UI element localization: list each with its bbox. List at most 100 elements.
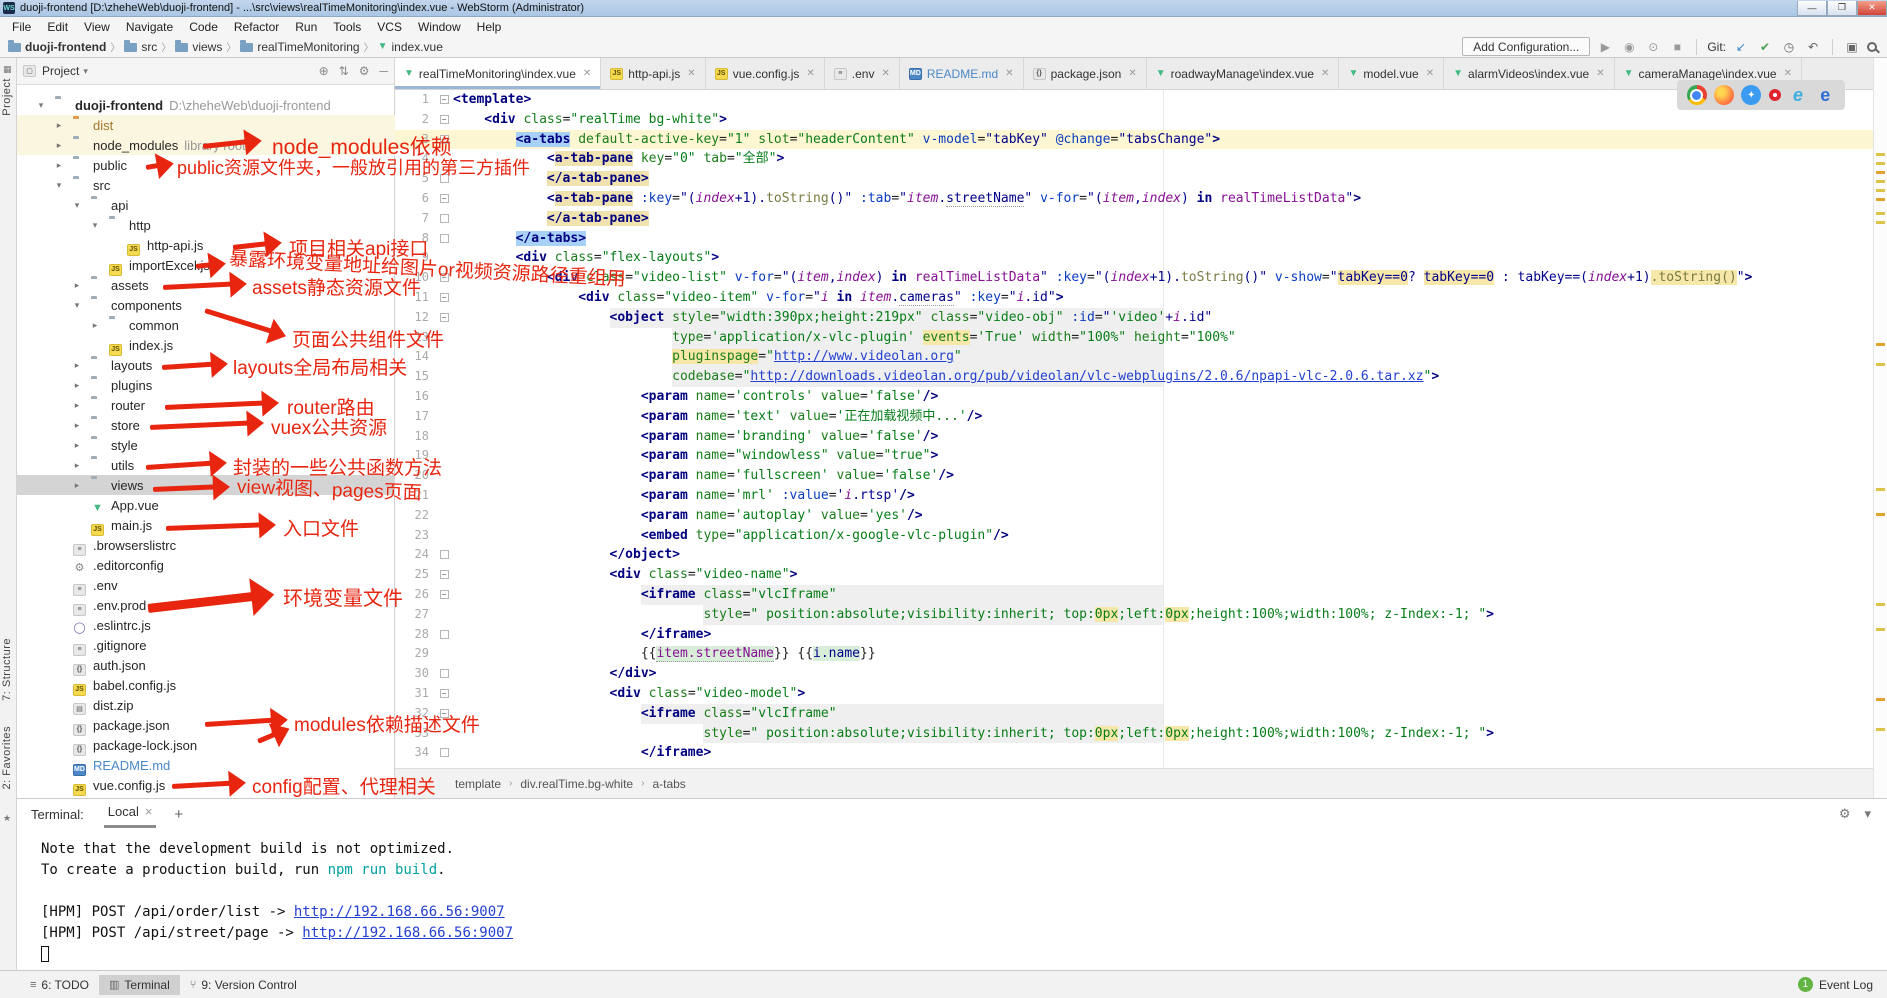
fold-marker[interactable] [435, 466, 453, 486]
menu-item-edit[interactable]: Edit [39, 19, 76, 35]
close-icon[interactable]: ✕ [687, 68, 695, 79]
tree-item-assets[interactable]: ▸assets [17, 275, 395, 295]
fold-marker[interactable] [435, 446, 453, 466]
tree-item-router[interactable]: ▸router [17, 395, 395, 415]
menu-item-help[interactable]: Help [469, 19, 510, 35]
menu-item-run[interactable]: Run [287, 19, 325, 35]
fold-marker[interactable] [435, 347, 453, 367]
tree-item-layouts[interactable]: ▸layouts [17, 355, 395, 375]
todo-toolwindow-button[interactable]: ≡ 6: TODO [20, 975, 99, 995]
chevron-down-icon[interactable]: ▾ [53, 180, 65, 191]
new-terminal-button[interactable]: + [174, 806, 183, 823]
tree-item-.eslintrc.js[interactable]: ◯.eslintrc.js [17, 615, 395, 635]
terminal-output[interactable]: Note that the development build is not o… [17, 829, 1887, 965]
fold-marker[interactable]: − [435, 704, 453, 724]
warning-tick[interactable] [1876, 221, 1885, 224]
tree-item-importExcel.js[interactable]: JSimportExcel.js [17, 255, 395, 275]
close-icon[interactable]: ✕ [1321, 68, 1329, 79]
project-panel-title[interactable]: Project [42, 64, 79, 78]
gear-icon[interactable]: ⚙ [1839, 806, 1851, 822]
fold-marker[interactable] [435, 328, 453, 348]
terminal-link[interactable]: http://192.168.66.56:9007 [294, 904, 505, 920]
menu-item-file[interactable]: File [4, 19, 39, 35]
chrome-icon[interactable] [1687, 85, 1707, 105]
fold-marker[interactable] [435, 486, 453, 506]
editor-tab-roadwayManage-index.vue[interactable]: ▼roadwayManage\index.vue✕ [1147, 58, 1340, 89]
tree-item-components[interactable]: ▾components [17, 295, 395, 315]
tree-item-src[interactable]: ▾src [17, 175, 395, 195]
minimize-button[interactable]: — [1797, 1, 1827, 16]
code-area[interactable]: 1−<template>2−<div class="realTime bg-wh… [395, 90, 1873, 796]
editor[interactable]: ▼realTimeMonitoring\index.vue✕JShttp-api… [395, 58, 1873, 798]
warning-tick[interactable] [1876, 728, 1885, 731]
editor-tab-model.vue[interactable]: ▼model.vue✕ [1339, 58, 1444, 89]
editor-tab-package.json[interactable]: {}package.json✕ [1024, 58, 1147, 89]
terminal-tab-local[interactable]: Local × [104, 800, 157, 828]
editor-tab-realTimeMonitoring-index.vue[interactable]: ▼realTimeMonitoring\index.vue✕ [395, 58, 601, 89]
fold-marker[interactable] [435, 625, 453, 645]
fold-marker[interactable]: − [435, 90, 453, 110]
close-icon[interactable]: ✕ [1005, 68, 1013, 79]
tree-item-api[interactable]: ▾api [17, 195, 395, 215]
close-icon[interactable]: ✕ [1426, 68, 1434, 79]
chevron-right-icon[interactable]: ▸ [71, 460, 83, 471]
edge-icon[interactable]: e [1815, 85, 1835, 105]
fold-marker[interactable]: − [435, 308, 453, 328]
chevron-right-icon[interactable]: ▸ [89, 320, 101, 331]
tree-item-http-api.js[interactable]: JShttp-api.js [17, 235, 395, 255]
chevron-right-icon[interactable]: ▸ [71, 400, 83, 411]
fold-marker[interactable] [435, 644, 453, 664]
menu-item-tools[interactable]: Tools [325, 19, 369, 35]
code-breadcrumb-div.realTime.bg-white[interactable]: div.realTime.bg-white [520, 777, 633, 791]
layout-icon[interactable]: ▣ [1843, 40, 1861, 54]
tree-item-main.js[interactable]: JSmain.js [17, 515, 395, 535]
editor-tab-alarmVideos-index.vue[interactable]: ▼alarmVideos\index.vue✕ [1444, 58, 1614, 89]
fold-marker[interactable]: − [435, 585, 453, 605]
warning-tick[interactable] [1876, 363, 1885, 366]
tree-item-plugins[interactable]: ▸plugins [17, 375, 395, 395]
close-icon[interactable]: ✕ [1784, 68, 1792, 79]
chevron-down-icon[interactable]: ▾ [71, 200, 83, 211]
fold-marker[interactable] [435, 229, 453, 249]
git-update-icon[interactable]: ↙ [1732, 40, 1750, 54]
coverage-icon[interactable]: ⊙ [1644, 40, 1662, 54]
tree-item-.browserslistrc[interactable]: ≡.browserslistrc [17, 535, 395, 555]
warning-tick[interactable] [1876, 698, 1885, 701]
chevron-down-icon[interactable]: ▾ [71, 300, 83, 311]
tree-item-node-modules[interactable]: ▸node_moduleslibrary root [17, 135, 395, 155]
warning-tick[interactable] [1876, 212, 1885, 215]
tree-item-auth.json[interactable]: {}auth.json [17, 655, 395, 675]
fold-marker[interactable] [435, 387, 453, 407]
fold-marker[interactable] [435, 248, 453, 268]
warning-tick[interactable] [1876, 189, 1885, 192]
tree-item-http[interactable]: ▾http [17, 215, 395, 235]
fold-marker[interactable]: − [435, 565, 453, 585]
strip-project-label[interactable]: Project [1, 78, 13, 116]
warning-tick[interactable] [1876, 198, 1885, 201]
chevron-right-icon[interactable]: ▸ [71, 380, 83, 391]
terminal-toolwindow-button[interactable]: ▥ Terminal [99, 975, 180, 995]
chevron-down-icon[interactable]: ▾ [83, 66, 88, 77]
fold-marker[interactable] [435, 407, 453, 427]
warning-tick[interactable] [1876, 603, 1885, 606]
fold-marker[interactable]: − [435, 130, 453, 150]
fold-marker[interactable] [435, 743, 453, 763]
tree-item-README.md[interactable]: MDREADME.md [17, 755, 395, 775]
internet-explorer-icon[interactable]: e [1788, 85, 1808, 105]
debug-icon[interactable]: ◉ [1620, 40, 1638, 54]
editor-tab-http-api.js[interactable]: JShttp-api.js✕ [601, 58, 705, 89]
code-breadcrumb-a-tabs[interactable]: a-tabs [652, 777, 685, 791]
close-icon[interactable]: ✕ [881, 68, 889, 79]
gear-icon[interactable]: ⚙ [359, 64, 370, 78]
editor-tab-README.md[interactable]: MDREADME.md✕ [900, 58, 1024, 89]
add-configuration-button[interactable]: Add Configuration... [1462, 37, 1590, 56]
breadcrumb-item-realTimeMonitoring[interactable]: realTimeMonitoring [240, 40, 359, 54]
fold-marker[interactable]: − [435, 684, 453, 704]
tree-item-store[interactable]: ▸store [17, 415, 395, 435]
chevron-right-icon[interactable]: ▸ [71, 420, 83, 431]
tree-item-.env.prod[interactable]: ≡.env.prod [17, 595, 395, 615]
chevron-right-icon[interactable]: ▸ [53, 140, 65, 151]
close-icon[interactable]: ✕ [583, 68, 591, 79]
safari-icon[interactable] [1741, 85, 1761, 105]
breadcrumb-item-src[interactable]: src [124, 40, 157, 54]
